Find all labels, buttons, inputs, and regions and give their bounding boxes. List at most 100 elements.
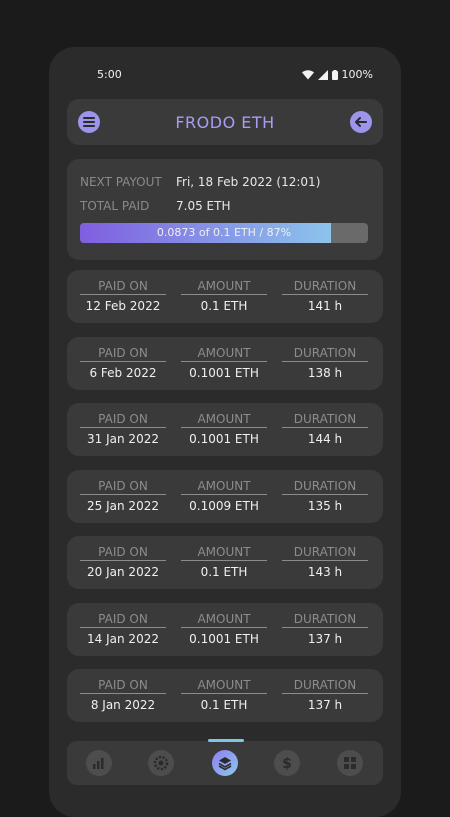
- payment-value: 135 h: [307, 498, 343, 513]
- svg-text:$: $: [282, 756, 292, 771]
- payment-amount-column: AMOUNT 0.1001 ETH: [181, 412, 267, 446]
- payment-card: PAID ON 8 Jan 2022 AMOUNT 0.1 ETH DURATION 13…: [67, 669, 383, 722]
- column-header: DURATION: [282, 479, 368, 495]
- payment-value: 12 Feb 2022: [85, 299, 161, 313]
- dashboard-icon: [344, 757, 356, 769]
- column-header: AMOUNT: [181, 479, 267, 495]
- column-header: PAID ON: [80, 412, 166, 428]
- nav-chart[interactable]: [86, 750, 112, 776]
- column-header: AMOUNT: [181, 678, 267, 694]
- payment-value: 25 Jan 2022: [87, 498, 159, 513]
- page-title: FRODO ETH: [175, 112, 275, 132]
- back-button[interactable]: [350, 111, 372, 133]
- app-screen: 5:00 100% FRODO ETH NEXT PAYOUT Fri, 18 F…: [49, 47, 401, 817]
- dollar-icon: $: [282, 756, 292, 771]
- column-header: DURATION: [282, 279, 368, 295]
- column-header: AMOUNT: [181, 545, 267, 561]
- payment-card: PAID ON 25 Jan 2022 AMOUNT 0.1009 ETH DURATI…: [67, 469, 383, 523]
- battery-icon: [331, 69, 338, 80]
- menu-button[interactable]: [78, 111, 100, 133]
- payment-value: 0.1 ETH: [200, 299, 248, 313]
- column-header: PAID ON: [80, 346, 166, 362]
- app-header: FRODO ETH: [67, 99, 383, 145]
- payment-amount-column: AMOUNT 0.1001 ETH: [181, 612, 267, 646]
- payment-value: 6 Feb 2022: [89, 365, 157, 380]
- payment-value: 137 h: [307, 631, 343, 646]
- column-header: PAID ON: [80, 279, 166, 295]
- column-header: AMOUNT: [181, 346, 267, 362]
- active-tab-indicator: [208, 739, 244, 742]
- payment-value: 138 h: [307, 365, 343, 380]
- nav-settings[interactable]: [148, 750, 174, 776]
- total-paid-label: TOTAL PAID: [80, 199, 150, 213]
- payment-card: PAID ON 31 Jan 2022 AMOUNT 0.1001 ETH DURATI…: [67, 403, 383, 456]
- payment-duration-column: DURATION 135 h: [282, 479, 368, 513]
- status-icons: 100%: [301, 68, 373, 81]
- payout-progress-bar: 0.0873 of 0.1 ETH / 87%: [80, 223, 368, 243]
- layers-icon: [218, 757, 232, 771]
- next-payout-row: NEXT PAYOUT Fri, 18 Feb 2022 (12:01): [80, 175, 320, 189]
- payment-paid-on-column: PAID ON 20 Jan 2022: [80, 545, 166, 579]
- payment-value: 0.1001 ETH: [189, 365, 259, 380]
- payment-duration-column: DURATION 137 h: [282, 678, 368, 712]
- column-header: PAID ON: [80, 612, 166, 628]
- payment-amount-column: AMOUNT 0.1001 ETH: [181, 346, 267, 380]
- payment-amount-column: AMOUNT 0.1 ETH: [181, 279, 267, 313]
- nav-earnings[interactable]: $: [274, 750, 300, 776]
- nav-payouts[interactable]: [212, 750, 238, 776]
- payment-value: 0.1001 ETH: [189, 432, 259, 446]
- payment-card: PAID ON 6 Feb 2022 AMOUNT 0.1001 ETH DURATIO…: [67, 336, 383, 390]
- column-header: DURATION: [282, 612, 368, 628]
- payment-value: 14 Jan 2022: [87, 631, 159, 646]
- payment-value: 0.1 ETH: [200, 698, 248, 712]
- bottom-navigation: $: [67, 739, 383, 785]
- payment-amount-column: AMOUNT 0.1 ETH: [181, 545, 267, 579]
- arrow-left-icon: [355, 117, 367, 127]
- total-paid-row: TOTAL PAID 7.05 ETH: [80, 199, 230, 213]
- column-header: PAID ON: [80, 545, 166, 561]
- column-header: AMOUNT: [181, 412, 267, 428]
- payment-duration-column: DURATION 137 h: [282, 612, 368, 646]
- payment-value: 0.1001 ETH: [189, 631, 259, 646]
- payout-summary: NEXT PAYOUT Fri, 18 Feb 2022 (12:01) TOTA…: [67, 159, 383, 260]
- status-time: 5:00: [97, 68, 122, 81]
- payment-paid-on-column: PAID ON 25 Jan 2022: [80, 479, 166, 513]
- payment-amount-column: AMOUNT 0.1 ETH: [181, 678, 267, 712]
- next-payout-value: Fri, 18 Feb 2022 (12:01): [176, 175, 321, 189]
- menu-icon: [83, 117, 95, 127]
- payment-card: PAID ON 20 Jan 2022 AMOUNT 0.1 ETH DURATION 1…: [67, 536, 383, 589]
- payment-value: 137 h: [307, 698, 343, 712]
- column-header: DURATION: [282, 346, 368, 362]
- payment-amount-column: AMOUNT 0.1009 ETH: [181, 479, 267, 513]
- column-header: DURATION: [282, 412, 368, 428]
- payment-duration-column: DURATION 144 h: [282, 412, 368, 446]
- column-header: AMOUNT: [181, 612, 267, 628]
- payment-paid-on-column: PAID ON 31 Jan 2022: [80, 412, 166, 446]
- payment-value: 20 Jan 2022: [87, 565, 159, 579]
- payment-paid-on-column: PAID ON 12 Feb 2022: [80, 279, 166, 313]
- total-paid-value: 7.05 ETH: [176, 199, 231, 213]
- column-header: DURATION: [282, 678, 368, 694]
- gear-icon: [153, 755, 169, 771]
- nav-dashboard[interactable]: [337, 750, 363, 776]
- next-payout-label: NEXT PAYOUT: [80, 175, 162, 189]
- payment-paid-on-column: PAID ON 6 Feb 2022: [80, 346, 166, 380]
- payment-value: 0.1009 ETH: [189, 498, 259, 513]
- battery-level: 100%: [341, 68, 373, 81]
- payment-value: 0.1 ETH: [200, 565, 248, 579]
- payment-value: 8 Jan 2022: [90, 698, 156, 712]
- payment-value: 143 h: [307, 565, 343, 579]
- status-bar: 5:00 100%: [49, 65, 401, 85]
- progress-text: 0.0873 of 0.1 ETH / 87%: [156, 226, 292, 239]
- payment-value: 31 Jan 2022: [87, 432, 159, 446]
- wifi-icon: [301, 69, 314, 79]
- column-header: PAID ON: [80, 678, 166, 694]
- payment-paid-on-column: PAID ON 8 Jan 2022: [80, 678, 166, 712]
- payment-paid-on-column: PAID ON 14 Jan 2022: [80, 612, 166, 646]
- payment-duration-column: DURATION 143 h: [282, 545, 368, 579]
- payment-card: PAID ON 12 Feb 2022 AMOUNT 0.1 ETH DURATION 1…: [67, 270, 383, 323]
- column-header: AMOUNT: [181, 279, 267, 295]
- chart-icon: [93, 758, 104, 769]
- payment-duration-column: DURATION 141 h: [282, 279, 368, 313]
- payment-value: 141 h: [307, 299, 343, 313]
